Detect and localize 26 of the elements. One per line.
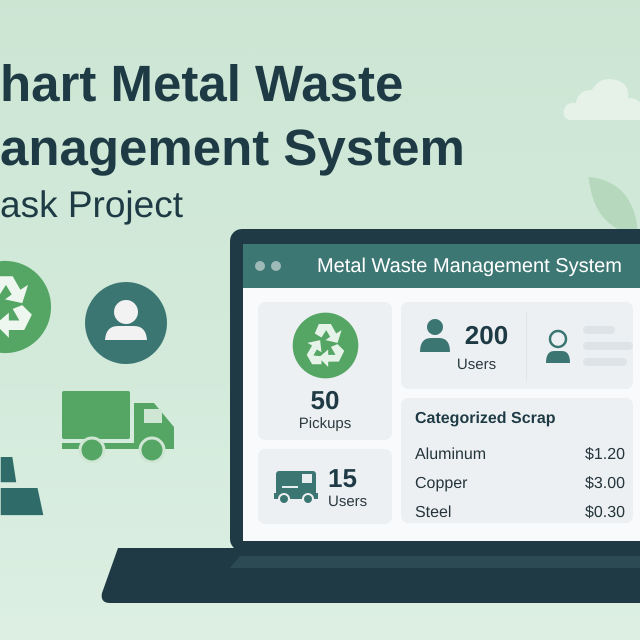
users-label: Users <box>456 356 496 374</box>
material-name: Steel <box>415 503 452 523</box>
material-price: $1.20 <box>584 445 625 465</box>
headline-text: anagement System <box>0 118 465 178</box>
pickups-label: Pickups <box>298 415 352 433</box>
material-price: $0.30 <box>584 503 625 523</box>
material-name: Copper <box>415 474 468 494</box>
headline-text: hart Metal Waste <box>0 54 404 114</box>
user-avatar-icon <box>84 281 168 365</box>
subtitle-text: ask Project <box>0 183 184 227</box>
material-name: Aluminum <box>415 445 486 465</box>
person-icon <box>418 318 451 352</box>
van-icon <box>274 468 318 504</box>
truck-icon <box>62 391 174 463</box>
pickups-count: 50 <box>310 385 340 415</box>
users-count: 200 <box>464 320 508 350</box>
placeholder-lines-drawing <box>583 326 633 366</box>
fleet-count: 15 <box>328 462 358 492</box>
window-dot-icon <box>255 261 265 271</box>
scrap-title: Categorized Scrap <box>415 410 556 428</box>
material-price: $3.00 <box>584 474 625 494</box>
recycle-icon <box>292 312 358 379</box>
person-icon <box>545 328 571 362</box>
fleet-label: Users <box>328 492 368 510</box>
window-title: Metal Waste Management System <box>317 254 622 278</box>
window-dot-icon <box>271 261 281 271</box>
